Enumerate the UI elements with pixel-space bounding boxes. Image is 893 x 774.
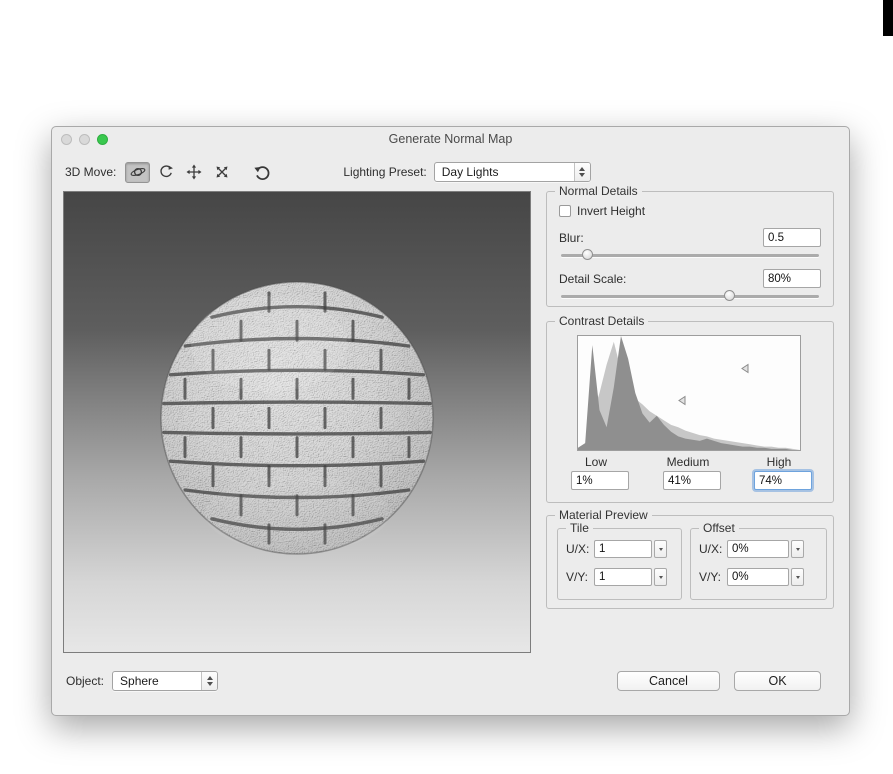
offset-ux-input[interactable] (727, 540, 789, 558)
object-select[interactable]: Sphere (112, 671, 219, 691)
tile-ux-dropdown-icon[interactable] (654, 540, 667, 558)
sphere-preview (64, 192, 530, 652)
contrast-details-legend: Contrast Details (555, 314, 649, 328)
move-tools-label: 3D Move: (65, 165, 117, 179)
invert-height-label: Invert Height (577, 204, 646, 218)
medium-contrast-marker[interactable] (677, 395, 687, 406)
lighting-preset-label: Lighting Preset: (343, 165, 427, 179)
tile-legend: Tile (566, 521, 593, 535)
lighting-preset-select[interactable]: Day Lights (433, 162, 591, 182)
preview-canvas[interactable] (63, 191, 531, 653)
high-label: High (766, 455, 792, 469)
generate-normal-map-dialog: Generate Normal Map 3D Move: Lighting Pr… (51, 126, 850, 716)
ok-button[interactable]: OK (734, 671, 821, 691)
orbit-tool-button[interactable] (125, 161, 151, 183)
tile-vy-dropdown-icon[interactable] (654, 568, 667, 586)
normal-details-legend: Normal Details (555, 184, 642, 198)
invert-height-checkbox[interactable] (559, 205, 571, 217)
medium-contrast-input[interactable] (663, 471, 721, 490)
high-contrast-input[interactable] (754, 471, 812, 490)
object-value: Sphere (120, 674, 159, 688)
material-preview-group: Material Preview Tile U/X: V/Y: Offset U… (546, 508, 834, 609)
blur-slider-thumb[interactable] (581, 249, 593, 260)
tile-vy-label: V/Y: (566, 570, 589, 584)
blur-input[interactable] (763, 228, 821, 247)
high-contrast-marker[interactable] (740, 363, 750, 374)
slide-icon (214, 164, 230, 180)
offset-ux-label: U/X: (699, 542, 723, 556)
detail-scale-slider-thumb[interactable] (723, 290, 735, 301)
move-tool-group (125, 161, 234, 183)
screen: Generate Normal Map 3D Move: Lighting Pr… (0, 0, 893, 774)
titlebar[interactable]: Generate Normal Map (52, 127, 849, 152)
offset-vy-dropdown-icon[interactable] (791, 568, 804, 586)
normal-details-group: Normal Details Invert Height Blur: Detai… (546, 184, 834, 307)
offset-vy-input[interactable] (727, 568, 789, 586)
offset-group: Offset U/X: V/Y: (690, 521, 827, 600)
offset-legend: Offset (699, 521, 739, 535)
contrast-details-group: Contrast Details Low Medium High (546, 314, 834, 503)
pan-icon (186, 164, 202, 180)
roll-icon (158, 164, 174, 180)
tile-group: Tile U/X: V/Y: (557, 521, 682, 600)
popup-stepper-icon (201, 672, 218, 690)
tile-ux-label: U/X: (566, 542, 590, 556)
orbit-icon (130, 164, 146, 180)
roll-tool-button[interactable] (153, 162, 178, 183)
detail-scale-label: Detail Scale: (559, 271, 627, 286)
object-label: Object: (66, 674, 105, 688)
blur-slider-track[interactable] (561, 254, 819, 257)
detail-scale-input[interactable] (763, 269, 821, 288)
blur-label: Blur: (559, 230, 584, 245)
slide-tool-button[interactable] (209, 162, 234, 183)
popup-stepper-icon (573, 163, 590, 181)
medium-label: Medium (666, 455, 710, 469)
detail-scale-slider[interactable] (561, 290, 819, 302)
reset-camera-icon (253, 164, 271, 181)
contrast-histogram[interactable] (577, 335, 801, 451)
reset-view-button[interactable] (249, 161, 275, 183)
low-contrast-input[interactable] (571, 471, 629, 490)
tile-ux-input[interactable] (594, 540, 652, 558)
pan-tool-button[interactable] (181, 162, 206, 183)
low-label: Low (584, 455, 608, 469)
blur-slider[interactable] (561, 249, 819, 261)
material-preview-legend: Material Preview (555, 508, 652, 522)
cancel-button[interactable]: Cancel (617, 671, 720, 691)
screen-artifact (883, 0, 893, 36)
lighting-preset-value: Day Lights (441, 165, 499, 179)
detail-scale-slider-track[interactable] (561, 295, 819, 298)
toolbar: 3D Move: Lighting Preset: Day Lights (65, 159, 836, 185)
tile-vy-input[interactable] (594, 568, 652, 586)
offset-ux-dropdown-icon[interactable] (791, 540, 804, 558)
window-title: Generate Normal Map (388, 132, 513, 146)
offset-vy-label: V/Y: (699, 570, 722, 584)
